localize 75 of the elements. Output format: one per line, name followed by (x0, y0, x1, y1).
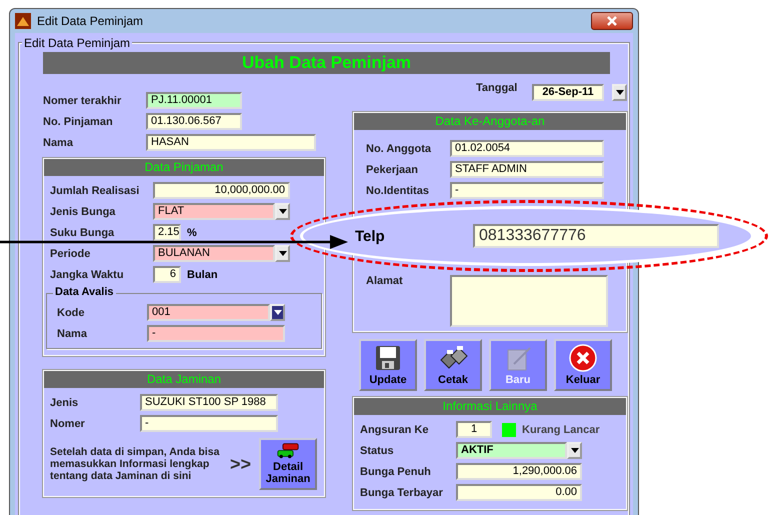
app-icon (15, 13, 31, 29)
input-field[interactable]: - (450, 182, 604, 199)
field-label: Status (360, 444, 395, 456)
amount-field[interactable]: 0.00 (456, 484, 582, 501)
exit-button[interactable]: Keluar (554, 339, 612, 391)
input-field[interactable]: PJ.11.00001 (146, 92, 242, 109)
unit-label: Bulan (187, 268, 218, 280)
dropdown-field[interactable]: AKTIF (456, 442, 567, 459)
info-note: Setelah data di simpan, Anda bisa memasukkan Informasi lengkap tentang data Jaminan di sini (50, 446, 220, 482)
close-icon (607, 16, 617, 26)
dropdown-button[interactable] (275, 245, 290, 262)
field-label: Periode (50, 248, 92, 260)
phone-field[interactable]: 081333677776 (473, 224, 719, 248)
field-label: Nama (57, 328, 88, 340)
save-button[interactable]: Update (359, 339, 417, 391)
dropdown-button[interactable] (275, 203, 290, 220)
field-label: Jenis Bunga (50, 206, 116, 218)
close-icon (569, 344, 597, 372)
pointer-text: >> (230, 454, 252, 474)
field-label: Jenis (50, 396, 80, 408)
field-label: Nomer terakhir (43, 94, 122, 106)
input-field[interactable]: - (147, 325, 285, 342)
input-field[interactable]: HASAN (146, 134, 316, 151)
dropdown-field[interactable]: 001 (147, 304, 270, 321)
caret-icon (616, 90, 624, 95)
detail-button[interactable]: Detail Jaminan (259, 438, 318, 490)
amount-field[interactable]: 1,290,000.06 (456, 463, 582, 480)
caret-icon (278, 251, 286, 256)
date-dropdown-button[interactable] (612, 84, 627, 101)
print-button[interactable]: Cetak (424, 339, 482, 391)
amount-field[interactable]: 10,000,000.00 (153, 182, 290, 199)
input-field[interactable]: SUZUKI ST100 SP 1988 (140, 394, 278, 411)
field-label: Jumlah Realisasi (50, 184, 140, 196)
field-label: Angsuran Ke (360, 424, 430, 436)
panel-heading: Data Ke-Anggota-an (354, 113, 626, 130)
field-label: Bunga Penuh (360, 466, 432, 478)
input-field[interactable]: 2.15 (153, 224, 181, 241)
input-field[interactable]: 01.130.06.567 (146, 113, 242, 130)
panel-heading: Data Pinjaman (44, 159, 324, 176)
frame-label: Edit Data Peminjam (22, 36, 132, 50)
input-field[interactable]: STAFF ADMIN (450, 161, 604, 178)
field-label: No. Pinjaman (43, 116, 114, 128)
field-label: Pekerjaan (366, 164, 419, 176)
field-label: Nama (43, 136, 74, 148)
field-label: Kode (57, 306, 86, 318)
panel-heading: Informasi Lainnya (354, 398, 626, 415)
phone-label: Telp (355, 228, 386, 244)
field-label: Suku Bunga (50, 226, 116, 238)
unit-label: % (187, 226, 197, 238)
status-text: Kurang Lancar (522, 424, 600, 436)
field-label: Bunga Terbayar (360, 486, 444, 498)
dropdown-field[interactable]: FLAT (153, 203, 275, 220)
panel-heading: Data Jaminan (44, 371, 324, 388)
window-title: Edit Data Peminjam (37, 14, 144, 28)
field-label: Jangka Waktu (50, 268, 125, 280)
field-label: Alamat (366, 275, 404, 287)
form-heading: Ubah Data Peminjam (43, 52, 610, 74)
dropdown-button[interactable] (567, 442, 582, 459)
caret-icon (570, 448, 578, 453)
field-label: Nomer (50, 418, 86, 430)
input-field[interactable]: 01.02.0054 (450, 140, 604, 157)
input-field[interactable]: 6 (153, 266, 181, 283)
dropdown-button[interactable] (270, 304, 285, 321)
address-field[interactable] (450, 275, 608, 327)
close-button[interactable] (591, 12, 633, 30)
input-field[interactable]: 1 (456, 421, 492, 438)
date-field[interactable]: 26-Sep-11 (532, 84, 604, 101)
dropdown-field[interactable]: BULANAN (153, 245, 275, 262)
caret-icon (274, 310, 282, 315)
date-label: Tanggal (476, 82, 518, 94)
field-label: No.Identitas (366, 184, 430, 196)
field-label: No. Anggota (366, 142, 432, 154)
group-label: Data Avalis (53, 286, 116, 298)
input-field[interactable]: - (140, 415, 278, 432)
caret-icon (278, 209, 286, 214)
